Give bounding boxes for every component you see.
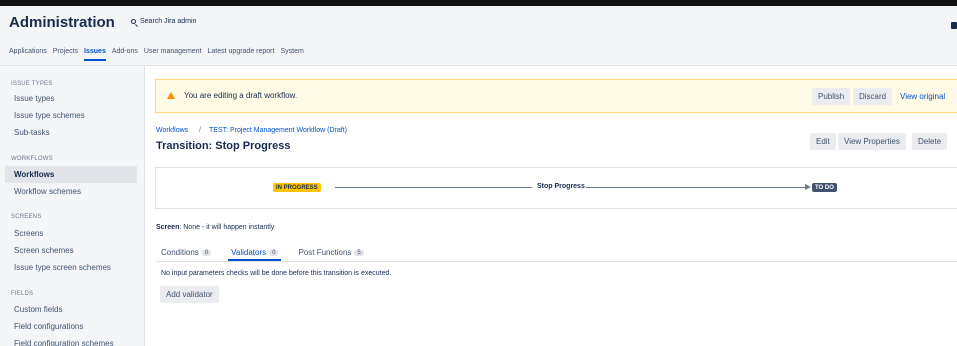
search-icon xyxy=(131,19,136,24)
sidebar-item-field-configuration-schemes[interactable]: Field configuration schemes xyxy=(5,335,137,346)
breadcrumb-separator: / xyxy=(199,127,201,134)
conditions-count-badge: 0 xyxy=(201,249,212,256)
sidebar-item-custom-fields[interactable]: Custom fields xyxy=(5,301,137,318)
tab-conditions[interactable]: Conditions 0 xyxy=(156,248,216,257)
breadcrumb-current-workflow[interactable]: TEST: Project Management Workflow (Draft… xyxy=(209,127,347,134)
add-validator-button[interactable]: Add validator xyxy=(160,286,219,303)
sidebar-heading-screens: SCREENS xyxy=(11,214,42,220)
transition-line-right xyxy=(586,187,805,188)
validators-empty-message: No input parameters checks will be done … xyxy=(161,270,392,277)
warning-icon xyxy=(167,92,175,99)
breadcrumb-workflows[interactable]: Workflows xyxy=(156,127,188,134)
transition-arrow-icon xyxy=(805,184,811,190)
tab-applications[interactable]: Applications xyxy=(9,48,47,55)
admin-header: Administration Search Jira admin Applica… xyxy=(0,0,957,66)
sidebar-heading-issue-types: ISSUE TYPES xyxy=(11,81,53,87)
post-functions-count-badge: 5 xyxy=(354,249,364,256)
page-title: Transition: Stop Progress xyxy=(156,140,291,152)
sidebar-item-issue-types[interactable]: Issue types xyxy=(5,90,137,107)
search-placeholder: Search Jira admin xyxy=(140,18,197,25)
tab-conditions-label: Conditions xyxy=(161,248,199,257)
discard-button[interactable]: Discard xyxy=(853,88,893,105)
tab-validators[interactable]: Validators 0 xyxy=(226,248,283,261)
sidebar-item-workflow-schemes[interactable]: Workflow schemes xyxy=(5,183,137,200)
status-in-progress: IN PROGRESS xyxy=(273,183,321,192)
transition-line-left xyxy=(335,187,532,188)
page-app-title: Administration xyxy=(9,14,115,31)
sidebar-item-field-configurations[interactable]: Field configurations xyxy=(5,318,137,335)
tab-latest-upgrade-report[interactable]: Latest upgrade report xyxy=(208,48,275,55)
sidebar-heading-workflows: WORKFLOWS xyxy=(11,156,53,162)
screen-info: Screen: None - it will happen instantly xyxy=(156,224,274,231)
tab-validators-label: Validators xyxy=(231,248,267,257)
tab-post-functions-label: Post Functions xyxy=(298,248,352,257)
view-properties-button[interactable]: View Properties xyxy=(838,133,906,150)
sidebar-item-sub-tasks[interactable]: Sub-tasks xyxy=(5,124,137,141)
sidebar-item-screen-schemes[interactable]: Screen schemes xyxy=(5,242,137,259)
view-original-link[interactable]: View original xyxy=(900,92,945,101)
draft-warning-message: You are editing a draft workflow. xyxy=(184,91,298,100)
tab-issues[interactable]: Issues xyxy=(84,48,106,61)
delete-button[interactable]: Delete xyxy=(912,133,948,150)
edit-button[interactable]: Edit xyxy=(810,133,836,150)
transition-subtabs: Conditions 0 Validators 0 Post Functions… xyxy=(156,248,369,261)
tab-user-management[interactable]: User management xyxy=(144,48,202,55)
sidebar-item-workflows[interactable]: Workflows xyxy=(5,166,137,183)
tab-post-functions[interactable]: Post Functions 5 xyxy=(293,248,368,257)
validators-count-badge: 0 xyxy=(269,249,279,256)
sidebar: ISSUE TYPES Issue types Issue type schem… xyxy=(0,66,145,346)
feedback-icon[interactable] xyxy=(951,22,957,29)
subtabs-divider xyxy=(156,261,957,262)
screen-value: : None - it will happen instantly xyxy=(179,224,275,231)
transition-diagram: IN PROGRESS Stop Progress TO DO xyxy=(155,167,957,209)
tab-system[interactable]: System xyxy=(280,48,303,55)
tab-add-ons[interactable]: Add-ons xyxy=(112,48,138,55)
draft-warning-banner: You are editing a draft workflow. Publis… xyxy=(155,79,957,113)
admin-search[interactable]: Search Jira admin xyxy=(131,18,196,25)
tab-projects[interactable]: Projects xyxy=(53,48,78,55)
sidebar-heading-fields: FIELDS xyxy=(11,291,34,297)
sidebar-item-issue-type-schemes[interactable]: Issue type schemes xyxy=(5,107,137,124)
publish-button[interactable]: Publish xyxy=(812,88,851,105)
transition-label: Stop Progress xyxy=(537,183,585,190)
screen-label: Screen xyxy=(156,224,180,231)
admin-tabs: Applications Projects Issues Add-ons Use… xyxy=(9,48,304,61)
sidebar-item-screens[interactable]: Screens xyxy=(5,225,137,242)
sidebar-item-issue-type-screen-schemes[interactable]: Issue type screen schemes xyxy=(5,259,137,276)
status-to-do: TO DO xyxy=(812,183,837,192)
